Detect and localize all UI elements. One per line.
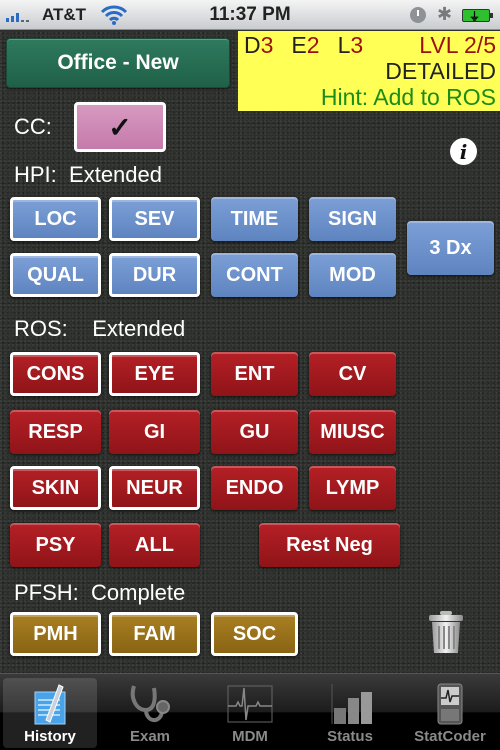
pfsh-pmh-button[interactable]: PMH bbox=[10, 612, 101, 656]
ros-value: Extended bbox=[92, 316, 186, 341]
ros-gi-button[interactable]: GI bbox=[109, 410, 200, 454]
l-label: L bbox=[337, 32, 351, 58]
rest-neg-button[interactable]: Rest Neg bbox=[259, 523, 400, 567]
ros-cv-button[interactable]: CV bbox=[309, 352, 396, 396]
hpi-time-button[interactable]: TIME bbox=[211, 197, 298, 241]
stethoscope-icon bbox=[130, 685, 170, 722]
3-dx-button[interactable]: 3 Dx bbox=[407, 221, 494, 275]
ros-neur-button[interactable]: NEUR bbox=[109, 466, 200, 510]
tab-label: Status bbox=[327, 728, 373, 745]
ros-resp-button[interactable]: RESP bbox=[10, 410, 101, 454]
trash-icon[interactable] bbox=[428, 610, 464, 654]
l-value: 3 bbox=[350, 32, 364, 58]
ros-eye-button[interactable]: EYE bbox=[109, 352, 200, 396]
pfsh-value: Complete bbox=[91, 580, 186, 605]
d-value: 3 bbox=[260, 32, 274, 58]
device-icon bbox=[437, 683, 463, 725]
cc-label: CC: bbox=[14, 114, 52, 139]
alarm-icon bbox=[410, 7, 426, 23]
ros-ent-button[interactable]: ENT bbox=[211, 352, 298, 396]
pfsh-fam-button[interactable]: FAM bbox=[109, 612, 200, 656]
e-value: 2 bbox=[306, 32, 320, 58]
tab-bar: History Exam MDM Status StatCoder bbox=[0, 673, 500, 750]
tab-statcoder[interactable]: StatCoder bbox=[403, 678, 497, 748]
hpi-loc-button[interactable]: LOC bbox=[10, 197, 101, 241]
ros-cons-button[interactable]: CONS bbox=[10, 352, 101, 396]
pfsh-soc-button[interactable]: SOC bbox=[211, 612, 298, 656]
tab-history[interactable]: History bbox=[3, 678, 97, 748]
level-name: DETAILED bbox=[385, 58, 496, 84]
cc-button[interactable]: ✓ bbox=[74, 102, 166, 152]
hpi-sev-button[interactable]: SEV bbox=[109, 197, 200, 241]
tab-label: History bbox=[24, 728, 76, 745]
pfsh-label: PFSH: Complete bbox=[14, 580, 186, 605]
ros-label: ROS: Extended bbox=[14, 316, 186, 341]
ros-lymp-button[interactable]: LYMP bbox=[309, 466, 396, 510]
hpi-dur-button[interactable]: DUR bbox=[109, 253, 200, 297]
ros-gu-button[interactable]: GU bbox=[211, 410, 298, 454]
history-notepad-icon bbox=[34, 684, 66, 725]
e-label: E bbox=[291, 32, 307, 58]
bluetooth-icon: ✱ bbox=[437, 4, 453, 24]
ros-all-button[interactable]: ALL bbox=[109, 523, 200, 567]
level-value: LVL 2/5 bbox=[419, 32, 496, 58]
level-panel: D3 E2 L3 LVL 2/5 DETAILED Hint: Add to R… bbox=[238, 31, 500, 111]
ekg-icon bbox=[227, 685, 273, 723]
hpi-value: Extended bbox=[69, 162, 162, 187]
bar-chart-icon bbox=[331, 684, 372, 724]
tab-status[interactable]: Status bbox=[303, 678, 397, 748]
checkmark-icon: ✓ bbox=[108, 111, 132, 143]
hpi-label: HPI: Extended bbox=[14, 162, 162, 187]
hpi-sign-button[interactable]: SIGN bbox=[309, 197, 396, 241]
tab-label: StatCoder bbox=[414, 728, 486, 745]
tab-mdm[interactable]: MDM bbox=[203, 678, 297, 748]
visit-type-button[interactable]: Office - New bbox=[6, 38, 230, 88]
hpi-cont-button[interactable]: CONT bbox=[211, 253, 298, 297]
ros-skin-button[interactable]: SKIN bbox=[10, 466, 101, 510]
hint-text: Hint: Add to ROS bbox=[320, 84, 496, 110]
d-label: D bbox=[244, 32, 261, 58]
hpi-mod-button[interactable]: MOD bbox=[309, 253, 396, 297]
tab-label: MDM bbox=[232, 728, 268, 745]
battery-charging-icon: ⏚ bbox=[462, 9, 493, 23]
tab-exam[interactable]: Exam bbox=[103, 678, 197, 748]
info-icon[interactable]: i bbox=[450, 138, 477, 165]
status-bar: AT&T 11:37 PM ✱ ⏚ bbox=[0, 0, 500, 30]
ros-psy-button[interactable]: PSY bbox=[10, 523, 101, 567]
tab-label: Exam bbox=[129, 728, 171, 745]
hpi-qual-button[interactable]: QUAL bbox=[10, 253, 101, 297]
ros-endo-button[interactable]: ENDO bbox=[211, 466, 298, 510]
ros-miusc-button[interactable]: MIUSC bbox=[309, 410, 396, 454]
